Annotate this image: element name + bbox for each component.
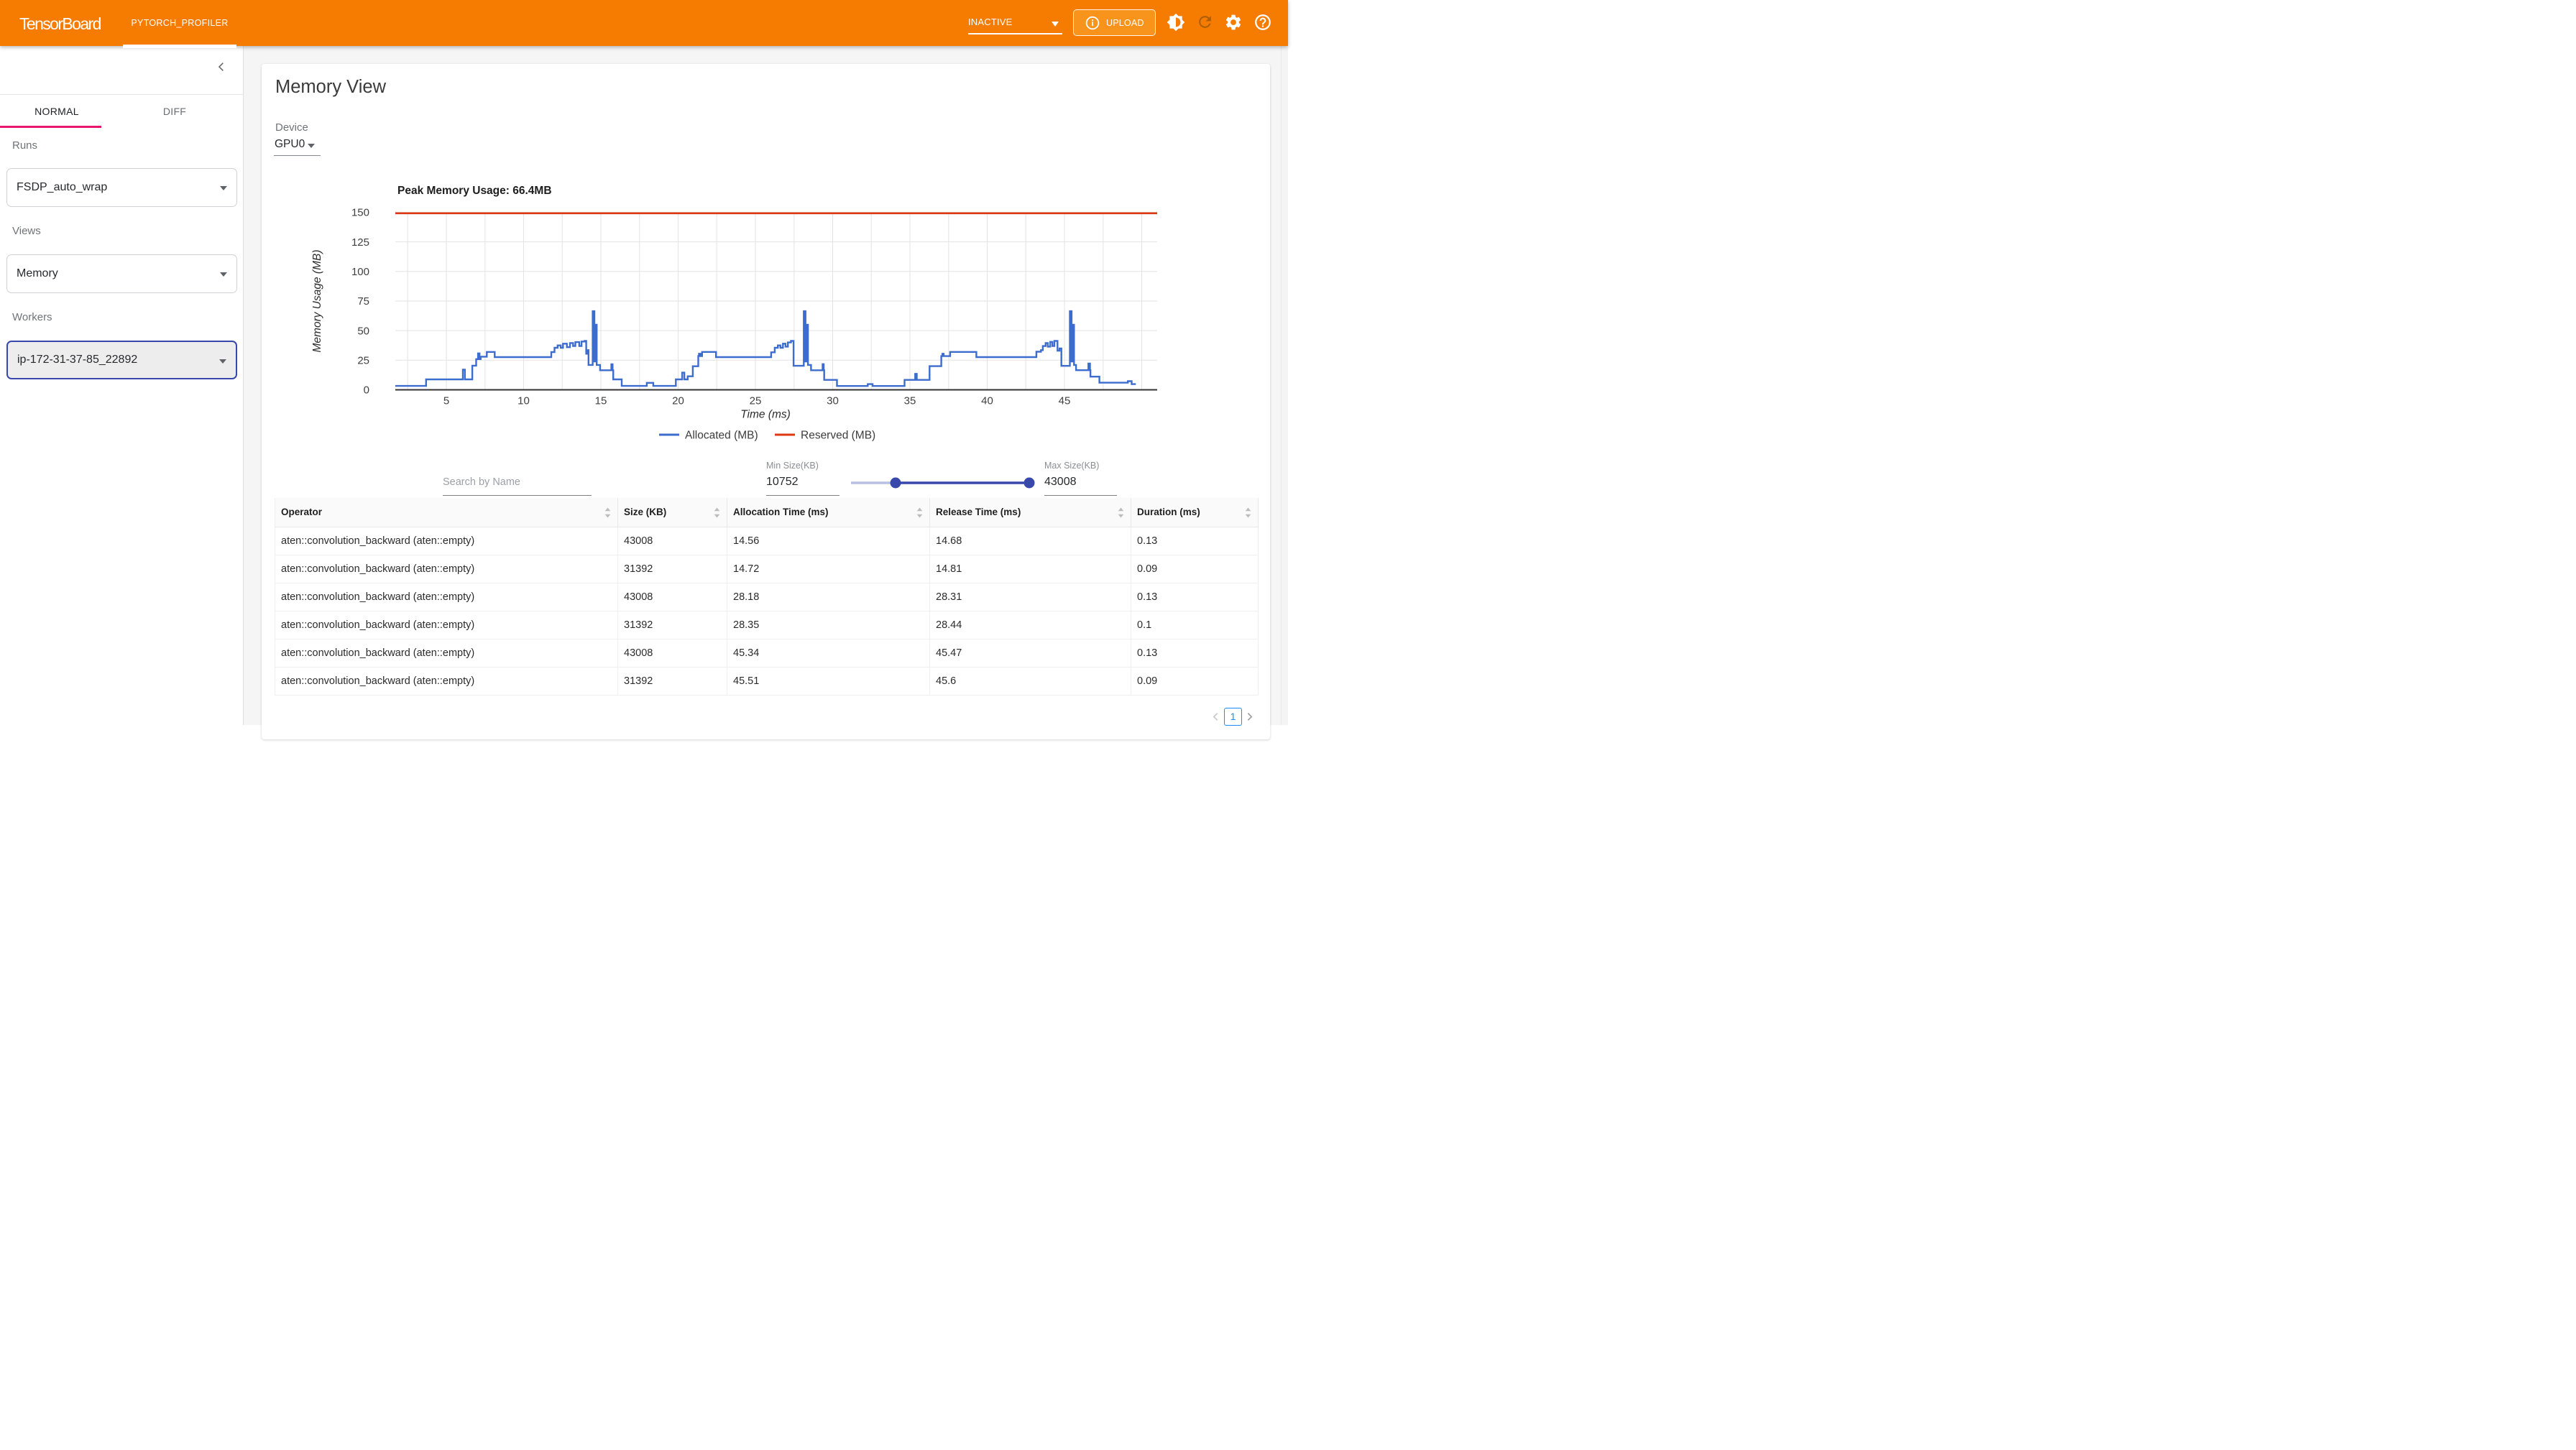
- svg-text:50: 50: [357, 325, 369, 337]
- svg-text:100: 100: [351, 266, 369, 278]
- svg-text:150: 150: [351, 207, 369, 219]
- svg-text:40: 40: [981, 395, 993, 407]
- svg-text:125: 125: [351, 236, 369, 249]
- svg-text:75: 75: [357, 295, 369, 308]
- svg-text:0: 0: [364, 384, 369, 397]
- svg-text:15: 15: [595, 395, 607, 407]
- svg-text:45: 45: [1059, 395, 1071, 407]
- svg-text:35: 35: [904, 395, 916, 407]
- svg-text:5: 5: [443, 395, 449, 407]
- svg-text:25: 25: [750, 395, 762, 407]
- svg-text:Allocated (MB): Allocated (MB): [685, 430, 758, 442]
- svg-text:30: 30: [827, 395, 839, 407]
- svg-text:20: 20: [672, 395, 684, 407]
- svg-text:25: 25: [357, 355, 369, 367]
- svg-text:Reserved (MB): Reserved (MB): [801, 430, 875, 442]
- svg-text:Memory Usage (MB): Memory Usage (MB): [311, 250, 323, 353]
- svg-text:10: 10: [518, 395, 530, 407]
- svg-text:Time (ms): Time (ms): [740, 409, 791, 421]
